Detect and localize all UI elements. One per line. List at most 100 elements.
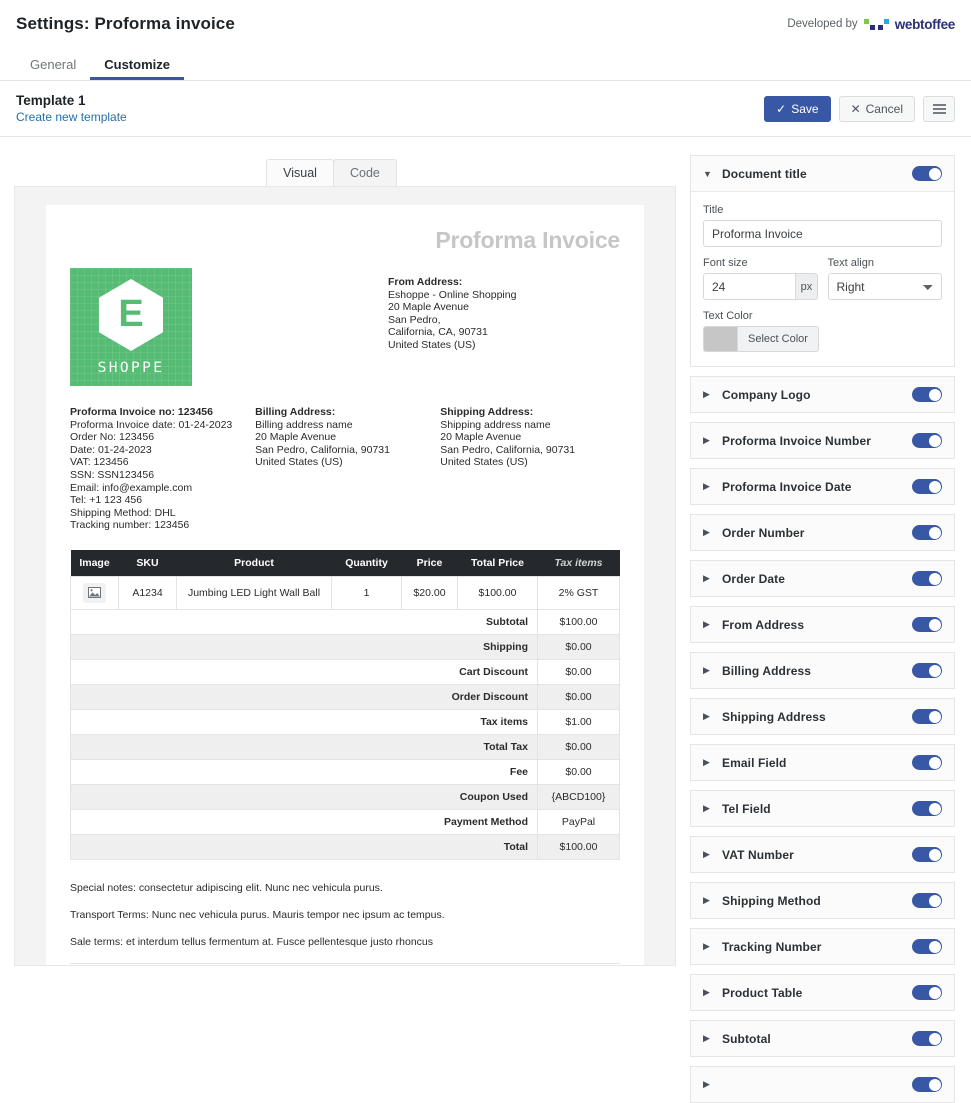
invoice-details-block: Proforma Invoice no: 123456 Proforma Inv… — [70, 406, 255, 532]
template-menu-button[interactable] — [923, 95, 955, 122]
toggle-document-title[interactable] — [912, 166, 942, 181]
col-quantity: Quantity — [331, 549, 402, 577]
accordion-proforma-invoice-number: ▶ Proforma Invoice Number — [690, 422, 955, 459]
billing-address-line: United States (US) — [255, 456, 343, 469]
toggle-subtotal[interactable] — [912, 1031, 942, 1046]
toggle-billing-address[interactable] — [912, 663, 942, 678]
toggle-order-number[interactable] — [912, 525, 942, 540]
tab-customize[interactable]: Customize — [90, 49, 184, 80]
totals-row: Payment Method PayPal — [70, 808, 620, 835]
save-button[interactable]: ✓ Save — [764, 95, 831, 122]
toggle-next-section[interactable] — [912, 1077, 942, 1092]
cell-quantity: 1 — [331, 575, 402, 610]
accordion-proforma-invoice-number-header[interactable]: ▶ Proforma Invoice Number — [691, 423, 954, 458]
accordion-subtotal-header[interactable]: ▶ Subtotal — [691, 1021, 954, 1056]
accordion-subtotal-label: Subtotal — [722, 1031, 771, 1046]
product-table-head: Image SKU Product Quantity Price Total P… — [70, 549, 620, 577]
accordion-order-date-header[interactable]: ▶ Order Date — [691, 561, 954, 596]
accordion-company-logo: ▶ Company Logo — [690, 376, 955, 413]
title-input[interactable] — [703, 220, 942, 247]
toggle-company-logo[interactable] — [912, 387, 942, 402]
totals-value: $0.00 — [537, 633, 620, 660]
accordion-tracking-number-header[interactable]: ▶ Tracking Number — [691, 929, 954, 964]
cancel-button[interactable]: ✕ Cancel — [838, 95, 915, 122]
col-product: Product — [176, 549, 332, 577]
product-table-header-row: Image SKU Product Quantity Price Total P… — [70, 549, 620, 577]
from-address-block: From Address: Eshoppe - Online Shopping … — [388, 268, 620, 386]
toggle-product-table[interactable] — [912, 985, 942, 1000]
accordion-company-logo-header[interactable]: ▶ Company Logo — [691, 377, 954, 412]
toggle-from-address[interactable] — [912, 617, 942, 632]
page-title: Settings: Proforma invoice — [16, 14, 235, 33]
accordion-next-section-header[interactable]: ▶ — [691, 1067, 954, 1102]
accordion-order-number-header[interactable]: ▶ Order Number — [691, 515, 954, 550]
toggle-vat-number[interactable] — [912, 847, 942, 862]
invoice-detail-line: Proforma Invoice date: 01-24-2023 — [70, 418, 233, 431]
accordion-order-number: ▶ Order Number — [690, 514, 955, 551]
toggle-tracking-number[interactable] — [912, 939, 942, 954]
app-header: Settings: Proforma invoice Developed by … — [0, 0, 971, 48]
chevron-right-icon: ▶ — [703, 619, 710, 629]
invoice-document-title: Proforma Invoice — [435, 227, 620, 253]
accordion-tel-field-header[interactable]: ▶ Tel Field — [691, 791, 954, 826]
font-size-input[interactable] — [703, 273, 796, 300]
accordion-shipping-address-header[interactable]: ▶ Shipping Address — [691, 699, 954, 734]
tab-visual[interactable]: Visual — [266, 159, 334, 186]
cell-product: Jumbing LED Light Wall Ball — [176, 575, 332, 610]
totals-value: $0.00 — [537, 658, 620, 685]
text-color-picker[interactable]: Select Color — [703, 326, 942, 352]
tab-code[interactable]: Code — [332, 159, 397, 186]
shipping-address-heading: Shipping Address: — [440, 406, 534, 418]
chevron-right-icon: ▶ — [703, 435, 710, 445]
from-address-line: United States (US) — [388, 338, 476, 351]
toggle-shipping-address[interactable] — [912, 709, 942, 724]
toggle-order-date[interactable] — [912, 571, 942, 586]
accordion-from-address-header[interactable]: ▶ From Address — [691, 607, 954, 642]
note-line: Sale terms: et interdum tellus fermentum… — [70, 935, 434, 948]
select-color-button[interactable]: Select Color — [737, 326, 819, 352]
chevron-right-icon: ▶ — [703, 987, 710, 997]
text-align-select[interactable]: Right — [827, 273, 942, 300]
tab-general[interactable]: General — [16, 49, 90, 80]
totals-value: $0.00 — [537, 683, 620, 710]
create-new-template-link[interactable]: Create new template — [16, 109, 127, 125]
accordion-email-field-header[interactable]: ▶ Email Field — [691, 745, 954, 780]
accordion-billing-address-header[interactable]: ▶ Billing Address — [691, 653, 954, 688]
billing-address-line: 20 Maple Avenue — [255, 431, 337, 444]
text-color-group: Text Color Select Color — [703, 310, 942, 352]
toggle-shipping-method[interactable] — [912, 893, 942, 908]
accordion-proforma-invoice-date-label: Proforma Invoice Date — [722, 479, 852, 494]
totals-label: Payment Method — [70, 808, 538, 835]
totals-row: Fee $0.00 — [70, 758, 620, 785]
toggle-email-field[interactable] — [912, 755, 942, 770]
cell-tax-items: 2% GST — [537, 575, 620, 610]
accordion-proforma-invoice-date-header[interactable]: ▶ Proforma Invoice Date — [691, 469, 954, 504]
chevron-right-icon: ▶ — [703, 941, 710, 951]
invoice-detail-line: Email: info@example.com — [70, 481, 193, 494]
accordion-vat-number-header[interactable]: ▶ VAT Number — [691, 837, 954, 872]
accordion-document-title-header[interactable]: ▼ Document title — [691, 156, 954, 192]
invoice-detail-line: Shipping Method: DHL — [70, 506, 176, 519]
accordion-shipping-method-header[interactable]: ▶ Shipping Method — [691, 883, 954, 918]
toggle-proforma-invoice-number[interactable] — [912, 433, 942, 448]
invoice-detail-line: Tel: +1 123 456 — [70, 494, 143, 507]
totals-row: Coupon Used {ABCD100} — [70, 783, 620, 810]
accordion-tel-field: ▶ Tel Field — [690, 790, 955, 827]
accordion-from-address-label: From Address — [722, 617, 805, 632]
font-size-unit: px — [795, 273, 818, 300]
accordion-proforma-invoice-date: ▶ Proforma Invoice Date — [690, 468, 955, 505]
toggle-tel-field[interactable] — [912, 801, 942, 816]
toggle-proforma-invoice-date[interactable] — [912, 479, 942, 494]
color-swatch[interactable] — [703, 326, 737, 352]
accordion-shipping-address-label: Shipping Address — [722, 709, 826, 724]
totals-label: Coupon Used — [70, 783, 538, 810]
accordion-product-table-header[interactable]: ▶ Product Table — [691, 975, 954, 1010]
accordion-order-date-label: Order Date — [722, 571, 786, 586]
totals-value: $0.00 — [537, 758, 620, 785]
shipping-address-line: Shipping address name — [440, 418, 551, 431]
totals-label: Shipping — [70, 633, 538, 660]
accordion-document-title: ▼ Document title Title Font size px — [690, 155, 955, 367]
logo-letter: E — [99, 279, 163, 351]
accordion-shipping-method-label: Shipping Method — [722, 893, 821, 908]
hamburger-icon — [932, 103, 946, 114]
